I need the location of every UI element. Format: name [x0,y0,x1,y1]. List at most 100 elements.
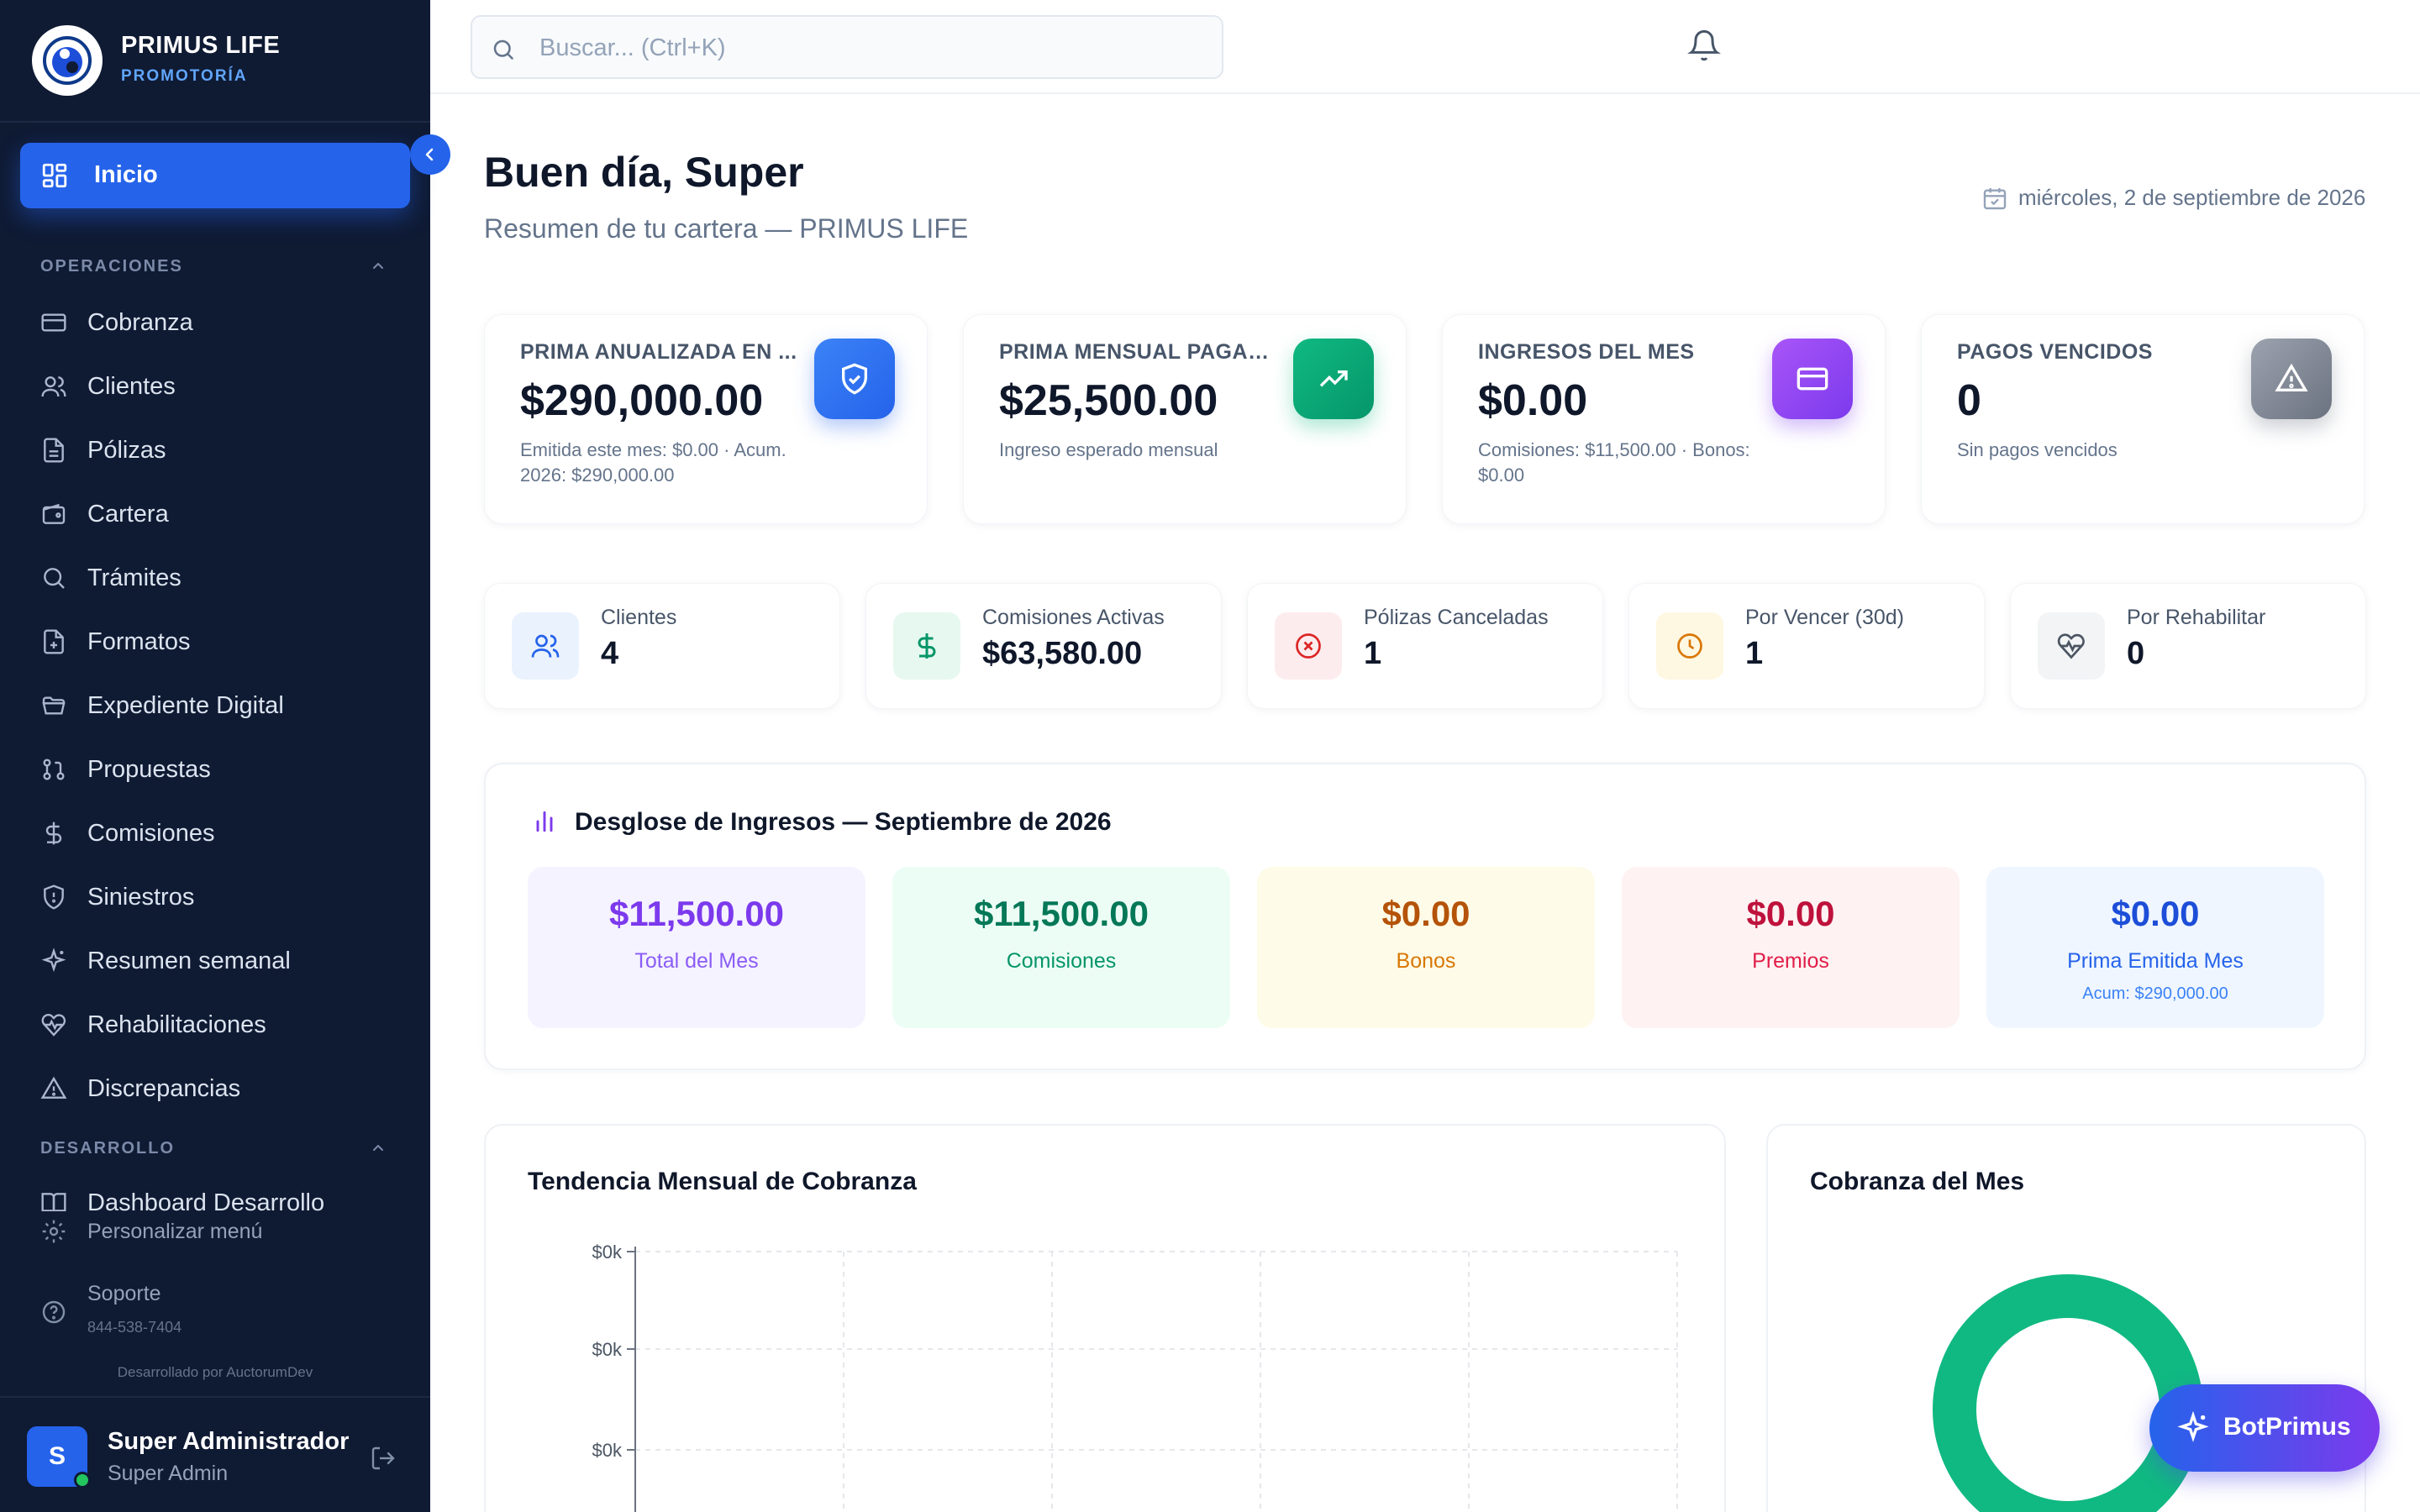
section-desarrollo[interactable]: DESARROLLO [40,1139,175,1158]
page-title: Buen día, Super [484,149,804,196]
user-profile[interactable]: S Super Administrador Super Admin [0,1396,430,1512]
y-tick-label: $0k [592,1440,623,1461]
heart-pulse-icon [2057,633,2085,659]
logout-icon[interactable] [370,1445,397,1472]
nav-item-label: Cobranza [87,309,193,336]
stat-value: 1 [1745,636,1764,671]
breakdown-prima-emitida: $0.00 Prima Emitida Mes Acum: $290,000.0… [1986,867,2324,1028]
stat-value: 0 [2127,636,2145,671]
breakdown-premios: $0.00 Premios [1622,867,1960,1028]
breakdown-value: $11,500.00 [609,894,784,933]
kpi-label: INGRESOS DEL MES [1478,340,1695,364]
clock-icon [1677,633,1702,659]
shield-check-icon [842,363,867,395]
kpi-note: Emitida este mes: $0.00 · Acum. 2026: $2… [520,439,786,486]
support-link[interactable]: Soporte [87,1282,161,1306]
trend-chart: $0k $0k $0k [592,1242,1678,1512]
nav-item-comisiones[interactable]: Comisiones [40,810,410,857]
customize-menu-label: Personalizar menú [87,1220,263,1243]
stat-label: Comisiones Activas [982,606,1165,629]
collapse-sidebar-button[interactable] [410,134,450,175]
search-box[interactable] [471,15,1223,79]
stat-card-por-vencer[interactable]: Por Vencer (30d) 1 [1628,583,1985,709]
nav-item-label: Comisiones [87,820,215,847]
nav-item-resumen-semanal[interactable]: Resumen semanal [40,937,410,984]
stat-label: Pólizas Canceladas [1364,606,1549,629]
dashboard-icon [42,163,67,188]
shield-alert-icon [44,885,64,910]
nav-item-propuestas[interactable]: Propuestas [40,746,410,793]
nav-item-formatos[interactable]: Formatos [40,618,410,665]
brand-logo-mark [43,36,92,85]
kpi-badge [1293,339,1374,419]
nav-item-label: Rehabilitaciones [87,1011,266,1038]
y-tick-label: $0k [592,1339,623,1360]
page-subtitle: Resumen de tu cartera — PRIMUS LIFE [484,213,969,244]
developer-credit: Desarrollado por AuctorumDev [117,1364,313,1380]
breakdown-label: Premios [1752,949,1829,973]
wallet-icon [42,503,66,524]
nav-item-dashboard-desarrollo[interactable]: Dashboard Desarrollo [40,1183,410,1211]
nav-item-label: Propuestas [87,756,211,783]
section-operaciones[interactable]: OPERACIONES [40,257,183,276]
nav-item-label: Resumen semanal [87,948,291,974]
kpi-card-ingresos-mes[interactable]: INGRESOS DEL MES $0.00 Comisiones: $11,5… [1442,314,1886,524]
stat-icon-box [1656,612,1723,680]
user-name: Super Administrador [108,1428,350,1455]
stat-card-polizas-canceladas[interactable]: Pólizas Canceladas 1 [1247,583,1603,709]
nav-item-cobranza[interactable]: Cobranza [40,299,410,346]
online-status-dot [74,1472,91,1488]
nav-item-discrepancias[interactable]: Discrepancias [40,1065,410,1112]
chevron-up-icon[interactable] [370,257,387,274]
book-open-icon [41,1193,66,1211]
nav-item-label: Dashboard Desarrollo [87,1189,325,1211]
stat-card-por-rehabilitar[interactable]: Por Rehabilitar 0 [2010,583,2366,709]
nav-item-inicio[interactable]: Inicio [20,143,410,208]
stat-icon-box [2038,612,2105,680]
stat-icon-box [893,612,960,680]
search-icon [44,568,65,589]
breakdown-value: $11,500.00 [974,894,1149,933]
kpi-badge [1772,339,1853,419]
kpi-card-prima-mensual[interactable]: PRIMA MENSUAL PAGADA $25,500.00 Ingreso … [963,314,1407,524]
nav-item-rehabilitaciones[interactable]: Rehabilitaciones [40,1001,410,1048]
brand-logo[interactable] [32,25,103,96]
bar-chart-icon [536,811,553,832]
botprimus-button[interactable]: BotPrimus [2149,1384,2380,1472]
stat-icon-box [512,612,579,680]
calendar-check-icon [1983,188,2007,210]
search-input[interactable] [539,29,1203,67]
nav-item-siniestros[interactable]: Siniestros [40,874,410,921]
bell-icon[interactable] [1687,29,1721,62]
stat-label: Por Rehabilitar [2127,606,2266,629]
nav-item-label: Pólizas [87,437,166,464]
chevron-left-icon [425,148,434,161]
stat-card-clientes[interactable]: Clientes 4 [484,583,840,709]
kpi-card-pagos-vencidos[interactable]: PAGOS VENCIDOS 0 Sin pagos vencidos [1921,314,2365,524]
x-circle-icon [1296,633,1321,659]
nav-item-polizas[interactable]: Pólizas [40,427,410,474]
credit-card-icon [41,313,66,332]
nav-item-expediente-digital[interactable]: Expediente Digital [40,682,410,729]
nav-item-tramites[interactable]: Trámites [40,554,410,601]
nav-item-label: Cartera [87,501,169,528]
donut-slice [1933,1274,2203,1512]
nav-item-cartera[interactable]: Cartera [40,491,410,538]
file-plus-icon [44,629,64,654]
dollar-icon [45,822,62,845]
breakdown-value: $0.00 [1746,894,1835,933]
breakdown-value: $0.00 [1381,894,1470,933]
nav-item-label: Siniestros [87,884,195,911]
kpi-badge [2251,339,2332,419]
breakdown-bonos: $0.00 Bonos [1257,867,1595,1028]
breakdown-title: Desglose de Ingresos — Septiembre de 202… [575,808,1112,836]
nav-item-clientes[interactable]: Clientes [40,363,410,410]
kpi-note: Comisiones: $11,500.00 · Bonos: $0.00 [1478,439,1750,486]
stat-card-comisiones-activas[interactable]: Comisiones Activas $63,580.00 [865,583,1222,709]
kpi-value: 0 [1957,376,1981,425]
help-circle-icon[interactable] [40,1299,67,1326]
kpi-card-prima-anualizada[interactable]: PRIMA ANUALIZADA EN ... $290,000.00 Emit… [484,314,928,524]
chevron-up-icon[interactable] [370,1139,387,1156]
trend-chart-card: Tendencia Mensual de Cobranza $0k $0k $0k [484,1124,1726,1512]
nav-item-label: Formatos [87,628,191,655]
